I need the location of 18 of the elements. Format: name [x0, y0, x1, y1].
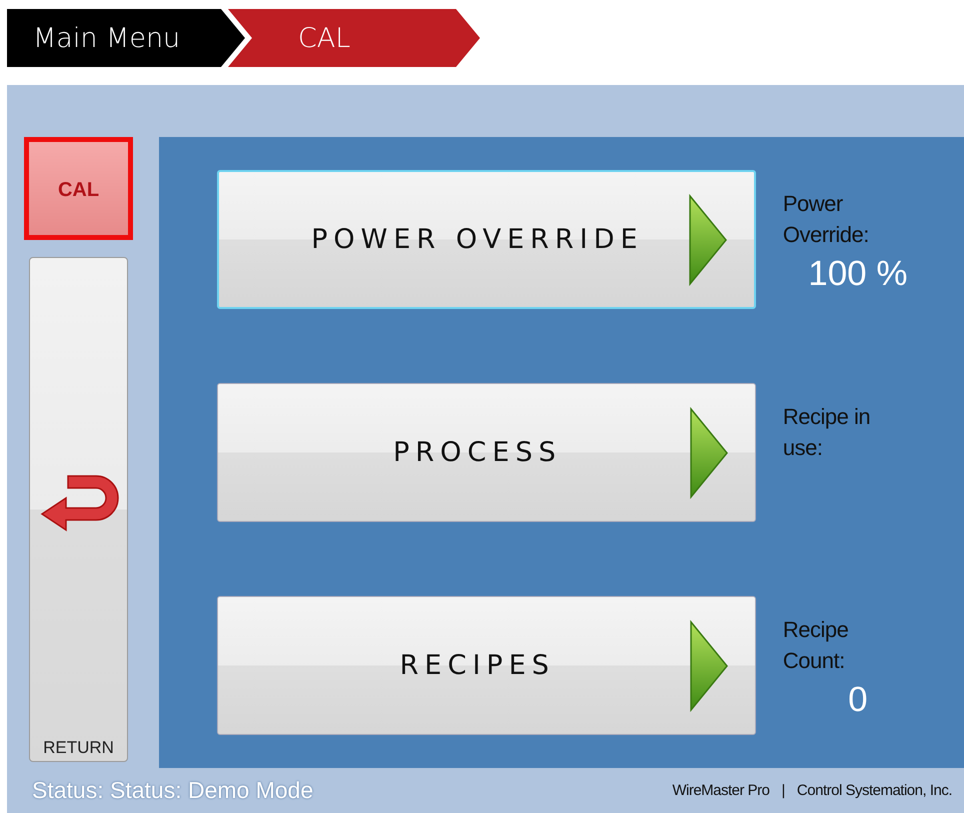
menu-button[interactable]: POWER OVERRIDE	[216, 170, 756, 309]
play-arrow-icon	[688, 194, 728, 286]
info-label: Power Override:	[782, 190, 870, 249]
menu-button[interactable]: RECIPES	[216, 596, 756, 735]
menu-button[interactable]: PROCESS	[216, 383, 756, 522]
info-value: 0	[848, 680, 868, 720]
return-button[interactable]: RETURN	[29, 257, 128, 762]
info-label: Recipe Count:	[782, 616, 850, 675]
breadcrumb-item[interactable]: CAL	[228, 9, 480, 67]
status-text: Status: Status: Demo Mode	[32, 777, 314, 804]
info-value: 100 %	[808, 254, 908, 294]
product-name: WireMaster Pro	[672, 782, 770, 799]
info-label: Recipe in use:	[782, 403, 872, 462]
play-arrow-icon	[688, 620, 729, 712]
play-arrow-icon	[688, 406, 729, 498]
company-name: Control Systemation, Inc.	[796, 782, 952, 799]
separator: |	[782, 782, 785, 799]
breadcrumb-item[interactable]: Main Menu	[7, 9, 245, 67]
